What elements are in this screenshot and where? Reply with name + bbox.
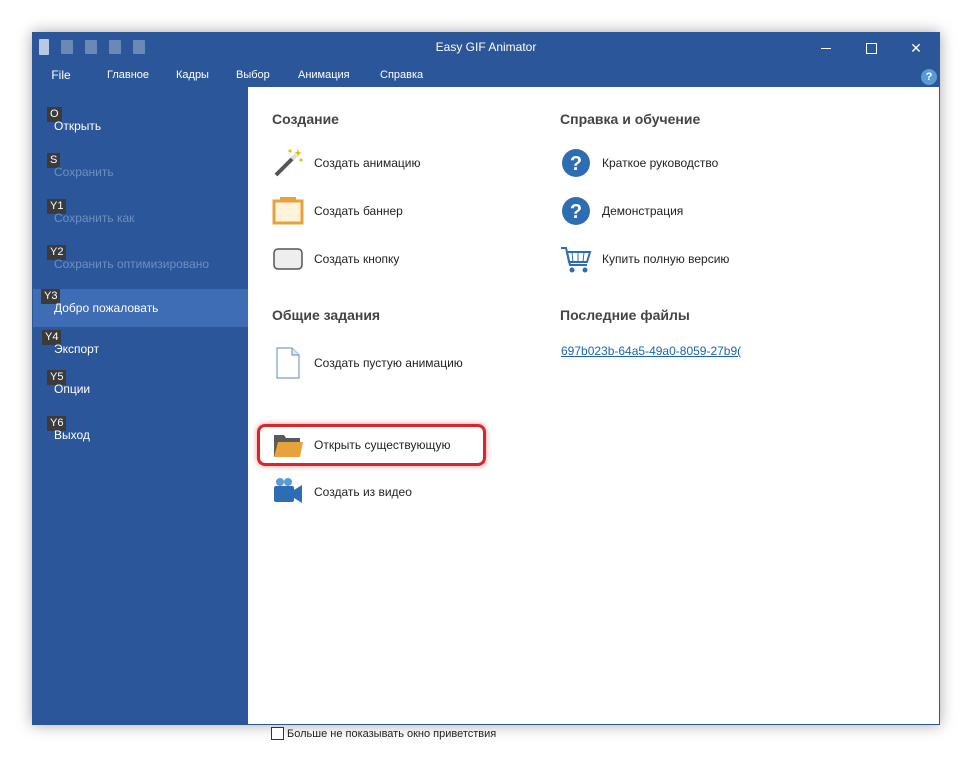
sidebar-item-label: Выход	[54, 428, 90, 442]
demo-label: Демонстрация	[602, 204, 684, 218]
help-circle-icon: ?	[560, 147, 592, 179]
recent-files-title: Последние файлы	[560, 307, 690, 323]
tab-main[interactable]: Главное	[107, 69, 149, 81]
create-banner-item[interactable]: Создать баннер	[272, 195, 403, 227]
sidebar-item-label: Открыть	[54, 119, 102, 133]
dont-show-again-label: Больше не показывать окно приветствия	[287, 727, 497, 740]
tasks-section-title: Общие задания	[272, 307, 381, 323]
sidebar-item-open[interactable]: O Открыть	[33, 107, 248, 145]
shopping-cart-icon	[560, 243, 592, 275]
create-banner-label: Создать баннер	[314, 204, 403, 218]
sidebar-item-save-as[interactable]: Y1 Сохранить как	[33, 199, 248, 237]
tab-frames[interactable]: Кадры	[176, 69, 209, 81]
recent-file-link[interactable]: 697b023b-64a5-49a0-8059-27b9(	[561, 344, 745, 358]
buy-full-version-label: Купить полную версию	[602, 252, 730, 266]
create-button-item[interactable]: Создать кнопку	[272, 243, 399, 275]
create-from-video-item[interactable]: Создать из видео	[272, 476, 412, 508]
create-section-title: Создание	[272, 111, 339, 127]
sidebar-item-label: Сохранить как	[54, 211, 135, 225]
create-from-video-label: Создать из видео	[314, 485, 412, 499]
maximize-button[interactable]	[848, 33, 894, 63]
close-button[interactable]: ✕	[893, 33, 939, 63]
minimize-button[interactable]	[803, 33, 849, 63]
tab-select[interactable]: Выбор	[236, 69, 270, 81]
blank-document-icon	[272, 347, 304, 379]
sidebar-item-label: Экспорт	[54, 342, 100, 356]
close-icon: ✕	[910, 39, 922, 56]
video-camera-icon	[272, 476, 304, 508]
sidebar-item-label: Сохранить оптимизировано	[54, 257, 210, 271]
dont-show-again-option[interactable]: Больше не показывать окно приветствия	[271, 727, 496, 740]
sidebar-item-export[interactable]: Y4 Экспорт	[33, 330, 248, 368]
create-animation-label: Создать анимацию	[314, 156, 421, 170]
svg-text:?: ?	[570, 153, 582, 175]
maximize-icon	[865, 42, 877, 54]
banner-icon	[272, 195, 304, 227]
highlight-frame	[257, 424, 486, 466]
sidebar-item-label: Опции	[54, 382, 91, 396]
tab-animation[interactable]: Анимация	[298, 69, 350, 81]
quick-guide-item[interactable]: ? Краткое руководство	[560, 147, 718, 179]
welcome-page: Создание Создать анимацию Создать баннер…	[248, 87, 939, 740]
help-circle-icon: ?	[560, 195, 592, 227]
ribbon-tabs: File Главное Кадры Выбор Анимация Справк…	[33, 63, 939, 87]
svg-text:?: ?	[570, 201, 582, 223]
tab-file[interactable]: File	[33, 63, 89, 87]
sidebar-item-exit[interactable]: Y6 Выход	[33, 416, 248, 454]
minimize-icon	[821, 47, 831, 49]
help-section-title: Справка и обучение	[560, 111, 701, 127]
quick-guide-label: Краткое руководство	[602, 156, 719, 170]
sidebar-item-label: Сохранить	[54, 165, 114, 179]
app-window: Easy GIF Animator ✕ File Главное Кадры В…	[32, 32, 940, 740]
create-animation-item[interactable]: Создать анимацию	[272, 147, 420, 179]
demo-item[interactable]: ? Демонстрация	[560, 195, 683, 227]
dont-show-again-checkbox[interactable]	[271, 727, 284, 740]
sidebar-item-welcome[interactable]: Y3 Добро пожаловать	[33, 289, 248, 327]
tab-help[interactable]: Справка	[380, 69, 423, 81]
sidebar-item-save[interactable]: S Сохранить	[33, 153, 248, 191]
title-bar: Easy GIF Animator ✕	[33, 33, 939, 63]
sidebar-item-label: Добро пожаловать	[54, 301, 159, 315]
file-menu-sidebar: O Открыть S Сохранить Y1 Сохранить как Y…	[33, 87, 248, 724]
help-icon[interactable]: ?	[921, 69, 937, 85]
create-button-label: Создать кнопку	[314, 252, 400, 266]
create-blank-animation-label: Создать пустую анимацию	[314, 356, 463, 370]
create-blank-animation-item[interactable]: Создать пустую анимацию	[272, 347, 463, 379]
magic-wand-icon	[272, 147, 304, 179]
sidebar-item-options[interactable]: Y5 Опции	[33, 370, 248, 408]
button-icon	[272, 243, 304, 275]
sidebar-item-save-optimized[interactable]: Y2 Сохранить оптимизировано	[33, 245, 248, 283]
buy-full-version-item[interactable]: Купить полную версию	[560, 243, 729, 275]
